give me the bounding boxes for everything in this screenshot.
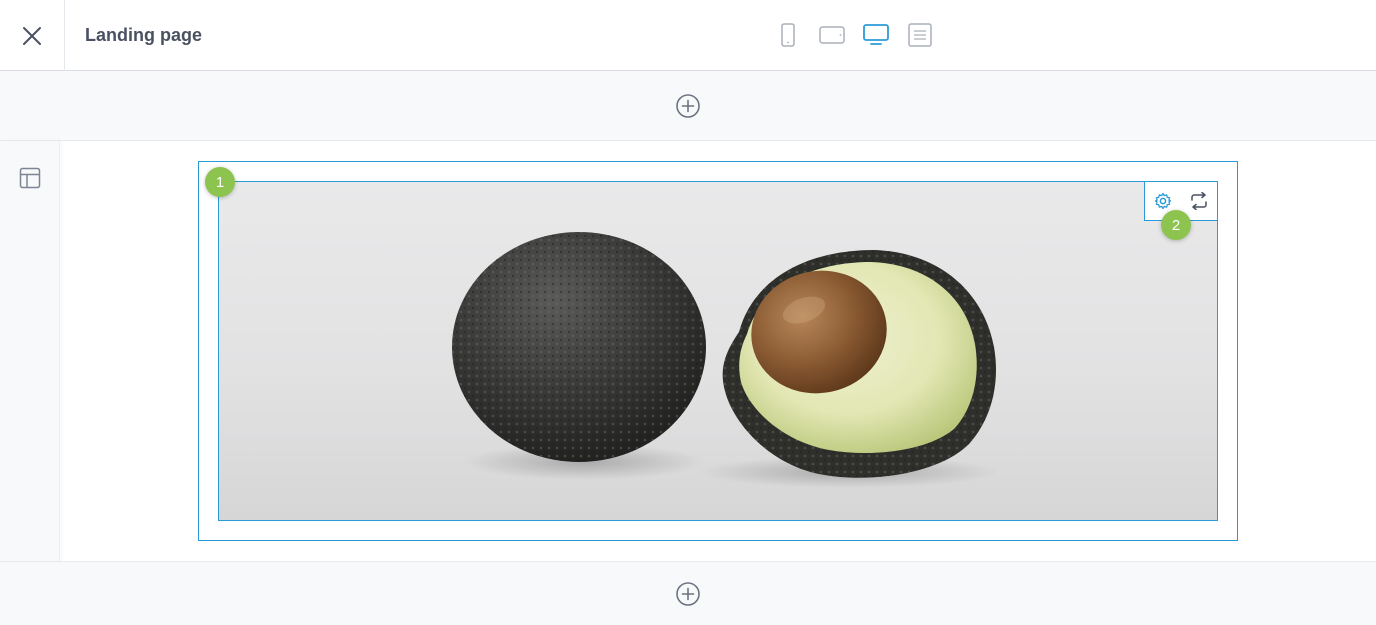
step-badge-1: 1 (205, 167, 235, 197)
smartphone-icon (781, 23, 795, 47)
text-view-button[interactable] (902, 20, 938, 50)
page-title: Landing page (85, 25, 202, 45)
avocado-image (452, 232, 999, 488)
add-section-top-button[interactable] (674, 92, 702, 120)
plus-circle-icon (676, 93, 700, 118)
step-badge-2: 2 (1161, 210, 1191, 240)
top-bar: Landing page (0, 0, 1376, 71)
image-block[interactable] (218, 181, 1218, 521)
gear-icon (1154, 192, 1172, 210)
tablet-icon (819, 26, 845, 44)
left-rail (0, 141, 60, 561)
monitor-icon (863, 24, 889, 45)
tablet-view-button[interactable] (814, 20, 850, 50)
add-section-bottom-strip (0, 561, 1376, 625)
mobile-view-button[interactable] (770, 20, 806, 50)
layout-button[interactable] (16, 165, 44, 191)
desktop-view-button[interactable] (858, 20, 894, 50)
swap-icon (1191, 192, 1207, 210)
plus-circle-icon (676, 581, 700, 606)
add-section-bottom-button[interactable] (674, 580, 702, 608)
add-section-top-strip (0, 71, 1376, 141)
text-document-icon (908, 23, 932, 47)
close-icon (23, 26, 41, 45)
device-switcher (770, 20, 946, 50)
layout-icon (19, 167, 41, 189)
close-button[interactable] (0, 0, 65, 71)
